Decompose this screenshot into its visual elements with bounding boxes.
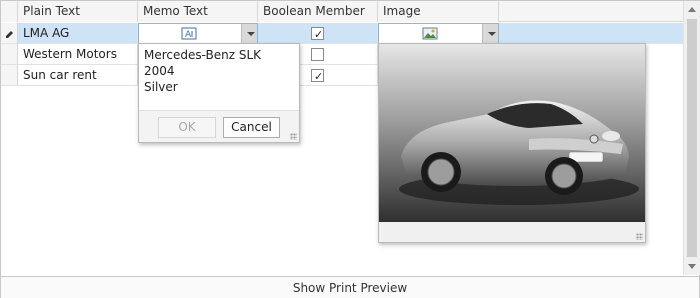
row-indicator: [1, 23, 18, 44]
memo-line: Silver: [144, 80, 178, 94]
checkmark-icon: ✓: [314, 70, 324, 83]
header-indicator-cell: [1, 1, 18, 22]
scrollbar-thumb[interactable]: [687, 19, 697, 257]
memo-dropdown-button[interactable]: [241, 24, 257, 43]
image-icon: [422, 27, 438, 40]
grid-window: Plain Text Memo Text Boolean Member Imag…: [0, 0, 700, 298]
boolean-checkbox[interactable]: ✓: [311, 27, 324, 41]
memo-popup-footer: OK Cancel: [139, 110, 299, 142]
column-header-plain-text[interactable]: Plain Text: [18, 1, 138, 22]
memo-line: Mercedes-Benz SLK: [144, 48, 262, 62]
scroll-up-arrow-icon[interactable]: [688, 7, 696, 12]
boolean-cell[interactable]: ✓: [258, 23, 378, 44]
row-indicator: [1, 65, 18, 86]
row-filler: [499, 23, 683, 44]
image-edit-popup: [378, 43, 646, 243]
svg-text:A: A: [185, 30, 192, 40]
image-cell-editor[interactable]: [378, 23, 499, 44]
table-row[interactable]: LMA AG A ✓: [1, 23, 683, 44]
column-header-memo-text[interactable]: Memo Text: [138, 1, 258, 22]
scroll-down-arrow-icon[interactable]: [688, 264, 696, 269]
memo-textarea[interactable]: Mercedes-Benz SLK 2004 Silver: [144, 47, 261, 95]
image-dropdown-button[interactable]: [482, 24, 498, 43]
memo-line: 2004: [144, 64, 175, 78]
memo-edit-popup: Mercedes-Benz SLK 2004 Silver OK Cancel: [138, 43, 300, 143]
cancel-button[interactable]: Cancel: [223, 117, 280, 138]
show-print-preview-button[interactable]: Show Print Preview: [1, 276, 699, 298]
plain-text-cell[interactable]: LMA AG: [18, 23, 138, 44]
boolean-checkbox[interactable]: ✓: [311, 69, 324, 83]
vertical-scrollbar[interactable]: [683, 1, 700, 275]
column-header-image[interactable]: Image: [378, 1, 499, 22]
resize-grip-icon[interactable]: [290, 133, 297, 140]
car-photo: [379, 44, 645, 222]
plain-text-cell[interactable]: Western Motors: [18, 44, 138, 65]
memo-text-cell-editor[interactable]: A: [138, 23, 258, 44]
data-grid: Plain Text Memo Text Boolean Member Imag…: [1, 1, 683, 275]
boolean-checkbox[interactable]: [311, 48, 324, 61]
column-header-row: Plain Text Memo Text Boolean Member Imag…: [1, 1, 683, 22]
ok-button[interactable]: OK: [158, 117, 216, 138]
checkmark-icon: ✓: [314, 28, 324, 41]
row-indicator: [1, 44, 18, 65]
column-header-boolean-member[interactable]: Boolean Member: [258, 1, 378, 22]
memo-text-icon: A: [181, 27, 197, 40]
plain-text-cell[interactable]: Sun car rent: [18, 65, 138, 86]
resize-grip-icon[interactable]: [636, 233, 643, 240]
pencil-icon: [6, 31, 13, 38]
